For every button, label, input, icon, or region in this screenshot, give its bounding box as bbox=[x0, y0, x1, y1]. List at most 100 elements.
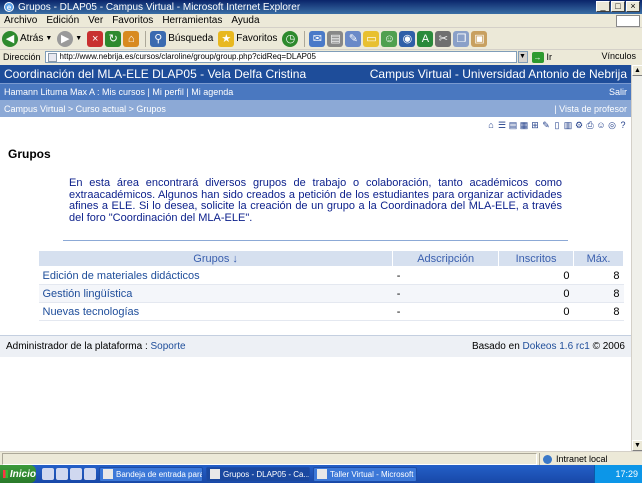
paste-icon[interactable]: ▣ bbox=[471, 30, 488, 47]
chart-icon[interactable]: ▥ bbox=[563, 120, 573, 130]
security-zone: Intranet local bbox=[539, 453, 639, 465]
back-button[interactable]: ◀ Atrás ▼ bbox=[2, 30, 52, 47]
go-arrow-icon: → bbox=[531, 51, 544, 63]
folder-icon[interactable]: ▭ bbox=[363, 30, 380, 47]
course-title[interactable]: Coordinación del MLA-ELE DLAP05 - Vela D… bbox=[4, 67, 306, 81]
powered-by: Basado en Dokeos 1.6 rc1 © 2006 bbox=[471, 341, 625, 352]
windows-flag-icon bbox=[3, 470, 8, 478]
star-icon: ★ bbox=[218, 30, 235, 47]
group-icon[interactable]: ◎ bbox=[607, 120, 617, 130]
media-quicklaunch-icon[interactable] bbox=[84, 468, 96, 480]
divider bbox=[63, 240, 568, 241]
group-link[interactable]: Gestión lingüística bbox=[38, 284, 393, 303]
campus-title[interactable]: Campus Virtual - Universidad Antonio de … bbox=[370, 67, 627, 81]
cut-icon[interactable]: ✂ bbox=[435, 30, 452, 47]
address-dropdown-icon[interactable]: ▼ bbox=[517, 51, 528, 63]
forward-dropdown-icon: ▼ bbox=[75, 35, 83, 42]
address-bar: Dirección http://www.nebrija.es/cursos/c… bbox=[0, 50, 642, 64]
minimize-button[interactable]: _ bbox=[596, 1, 610, 12]
favorites-button[interactable]: ★ Favoritos bbox=[218, 30, 277, 47]
home-icon[interactable]: ⌂ bbox=[486, 120, 496, 130]
dokeos-link[interactable]: Dokeos 1.6 rc1 bbox=[523, 341, 590, 352]
window-title: Grupos - DLAP05 - Campus Virtual - Micro… bbox=[18, 1, 301, 13]
home-icon[interactable]: ⌂ bbox=[123, 30, 140, 47]
mail-icon[interactable]: ✉ bbox=[309, 30, 326, 47]
settings-icon[interactable]: ⚙ bbox=[574, 120, 584, 130]
teacher-view-link[interactable]: | Vista de profesor bbox=[554, 104, 627, 114]
stop-icon[interactable]: × bbox=[87, 30, 104, 47]
col-adscripcion[interactable]: Adscripción bbox=[392, 250, 500, 267]
refresh-icon[interactable]: ↻ bbox=[105, 30, 122, 47]
taskbar: Inicio Bandeja de entrada para ... Grupo… bbox=[0, 465, 642, 483]
support-link[interactable]: Soporte bbox=[151, 341, 186, 352]
outlook-quicklaunch-icon[interactable] bbox=[70, 468, 82, 480]
task-grupos[interactable]: Grupos - DLAP05 - Ca... bbox=[206, 466, 310, 482]
group-max: 8 bbox=[573, 302, 624, 321]
font-icon[interactable]: A bbox=[417, 30, 434, 47]
forward-arrow-icon: ▶ bbox=[57, 30, 74, 47]
task-taller[interactable]: Taller Virtual - Microsoft ... bbox=[313, 466, 417, 482]
calendar-icon[interactable]: ▦ bbox=[519, 120, 529, 130]
list-icon[interactable]: ☰ bbox=[497, 120, 507, 130]
logout-link[interactable]: Salir bbox=[609, 87, 627, 97]
intranet-icon bbox=[543, 454, 552, 464]
scroll-down-icon[interactable]: ▼ bbox=[632, 440, 642, 451]
vertical-scrollbar[interactable]: ▲ ▼ bbox=[631, 65, 642, 451]
link-icon[interactable]: ⊞ bbox=[530, 120, 540, 130]
print-icon[interactable]: ⎙ bbox=[585, 120, 595, 130]
scroll-up-icon[interactable]: ▲ bbox=[632, 65, 642, 76]
forward-button[interactable]: ▶ ▼ bbox=[57, 30, 83, 47]
col-grupos[interactable]: Grupos ↓ bbox=[37, 250, 394, 267]
menu-ver[interactable]: Ver bbox=[88, 15, 103, 26]
breadcrumb[interactable]: Campus Virtual > Curso actual > Grupos bbox=[4, 104, 166, 114]
menu-ayuda[interactable]: Ayuda bbox=[231, 15, 259, 26]
note-icon[interactable]: ▯ bbox=[552, 120, 562, 130]
admin-info: Administrador de la plataforma : Soporte bbox=[6, 341, 186, 352]
go-button[interactable]: → Ir bbox=[531, 51, 552, 63]
toolbar-separator bbox=[304, 30, 306, 47]
intro-text: En esta área encontrará diversos grupos … bbox=[69, 177, 562, 224]
quick-launch bbox=[42, 468, 96, 480]
edit-icon[interactable]: ✎ bbox=[345, 30, 362, 47]
menu-edicion[interactable]: Edición bbox=[46, 15, 79, 26]
ie-quicklaunch-icon[interactable] bbox=[42, 468, 54, 480]
links-toolbar[interactable]: Vínculos bbox=[601, 51, 636, 61]
task-outlook[interactable]: Bandeja de entrada para ... bbox=[99, 466, 203, 482]
research-icon[interactable]: ◉ bbox=[399, 30, 416, 47]
menu-herramientas[interactable]: Herramientas bbox=[162, 15, 222, 26]
table-row: Nuevas tecnologías - 0 8 bbox=[38, 302, 624, 321]
toolbar-separator bbox=[145, 30, 147, 47]
user-nav[interactable]: Hamann Lituma Max A : Mis cursos | Mi pe… bbox=[4, 87, 233, 97]
group-max: 8 bbox=[573, 266, 624, 285]
word-quicklaunch-icon[interactable] bbox=[56, 468, 68, 480]
group-inscritos: 0 bbox=[498, 284, 574, 303]
group-link[interactable]: Nuevas tecnologías bbox=[38, 302, 393, 321]
col-max[interactable]: Máx. bbox=[573, 250, 624, 267]
search-icon: ⚲ bbox=[150, 30, 167, 47]
print-icon[interactable]: ▤ bbox=[327, 30, 344, 47]
groups-table: Grupos ↓ Adscripción Inscritos Máx. Edic… bbox=[37, 250, 624, 321]
menu-favoritos[interactable]: Favoritos bbox=[112, 15, 153, 26]
tool-icons: ⌂ ☰ ▤ ▦ ⊞ ✎ ▯ ▥ ⚙ ⎙ ☺ ◎ ? bbox=[486, 120, 628, 130]
messenger-icon[interactable]: ☺ bbox=[381, 30, 398, 47]
close-button[interactable]: × bbox=[626, 1, 640, 12]
edit-icon[interactable]: ✎ bbox=[541, 120, 551, 130]
maximize-button[interactable]: □ bbox=[611, 1, 625, 12]
group-adscripcion: - bbox=[392, 266, 499, 285]
help-icon[interactable]: ? bbox=[618, 120, 628, 130]
users-icon[interactable]: ☺ bbox=[596, 120, 606, 130]
address-input[interactable]: http://www.nebrija.es/cursos/claroline/g… bbox=[44, 51, 517, 63]
clock[interactable]: 17:29 bbox=[615, 469, 638, 479]
document-icon[interactable]: ▤ bbox=[508, 120, 518, 130]
col-inscritos[interactable]: Inscritos bbox=[498, 250, 575, 267]
system-tray: 17:29 bbox=[594, 465, 642, 483]
toolbar: ◀ Atrás ▼ ▶ ▼ × ↻ ⌂ ⚲ Búsqueda ★ Favorit… bbox=[0, 28, 642, 50]
copy-icon[interactable]: ❐ bbox=[453, 30, 470, 47]
page-content: Coordinación del MLA-ELE DLAP05 - Vela D… bbox=[0, 65, 631, 451]
group-link[interactable]: Edición de materiales didácticos bbox=[38, 266, 393, 285]
menu-bar: Archivo Edición Ver Favoritos Herramient… bbox=[0, 14, 642, 28]
search-button[interactable]: ⚲ Búsqueda bbox=[150, 30, 213, 47]
menu-archivo[interactable]: Archivo bbox=[4, 15, 37, 26]
start-button[interactable]: Inicio bbox=[0, 465, 36, 483]
history-icon[interactable]: ◷ bbox=[282, 30, 299, 47]
